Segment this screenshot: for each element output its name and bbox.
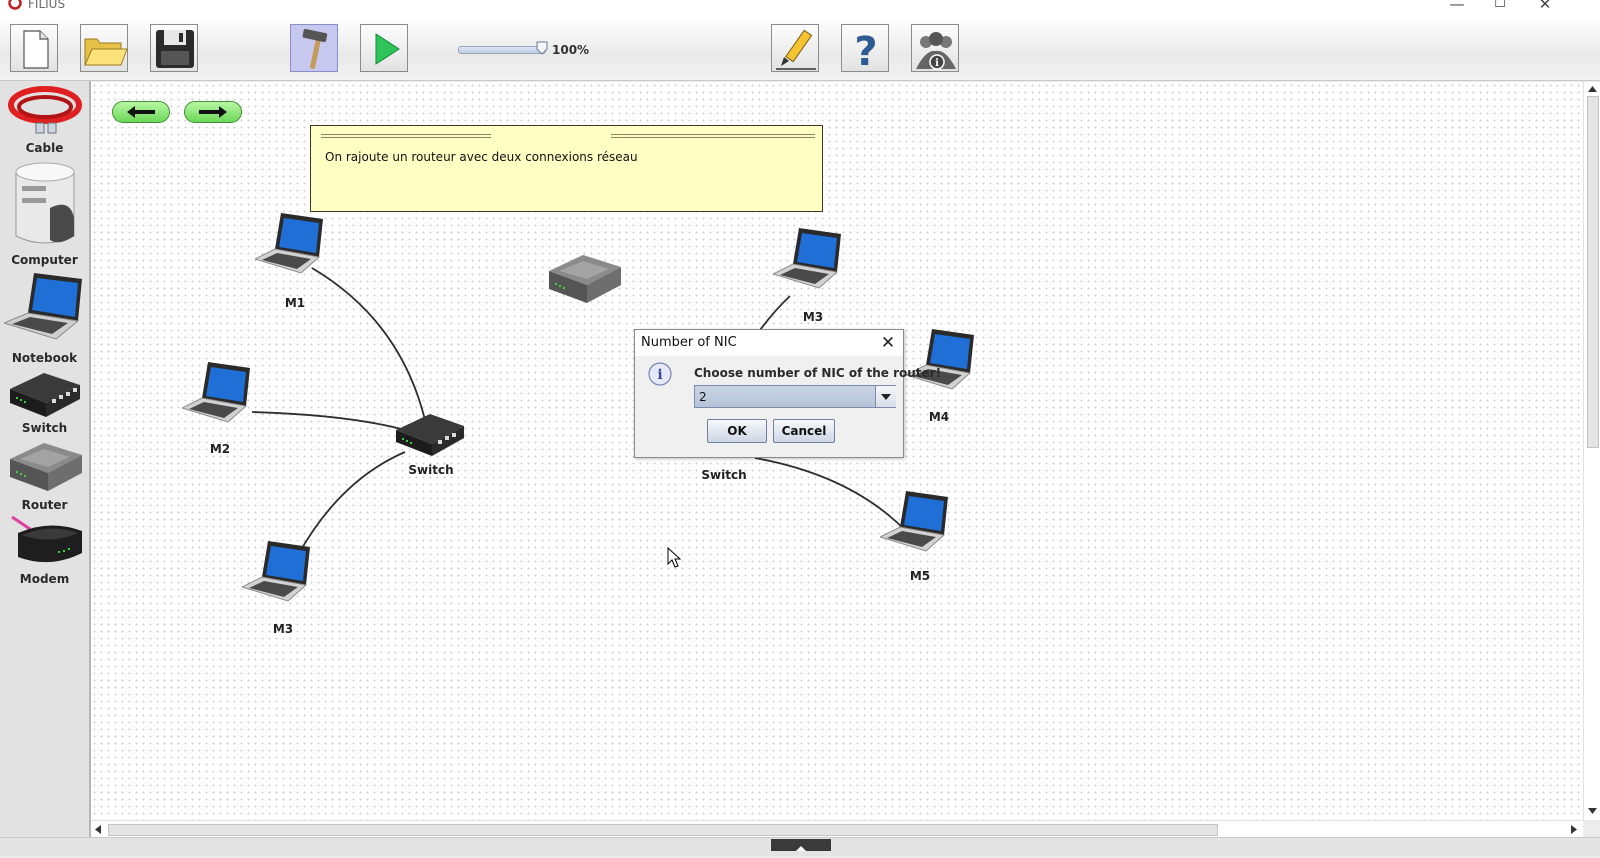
- arrow-right-icon: [199, 106, 227, 118]
- scroll-up-icon[interactable]: [1587, 84, 1598, 94]
- next-button[interactable]: [184, 101, 242, 123]
- vertical-scroll-thumb[interactable]: [1587, 96, 1599, 448]
- label-switch-left: Switch: [408, 463, 454, 477]
- ok-button[interactable]: OK: [707, 419, 767, 443]
- svg-text:i: i: [657, 367, 662, 383]
- label-m3-left: M3: [272, 622, 294, 636]
- nic-count-select[interactable]: 2: [694, 385, 896, 408]
- chevron-up-icon: [796, 846, 806, 851]
- documentation-note[interactable]: On rajoute un routeur avec deux connexio…: [310, 125, 823, 212]
- dialog-close-button[interactable]: ✕: [877, 332, 899, 354]
- dialog-header: Number of NIC ✕: [635, 330, 903, 356]
- dialog-title: Number of NIC: [641, 335, 737, 350]
- bottom-panel-bar: [0, 837, 1600, 856]
- cable-m2-switch: [251, 411, 406, 431]
- chevron-down-icon: [881, 394, 891, 400]
- cable-m1-switch: [311, 267, 426, 421]
- label-m1: M1: [284, 296, 306, 310]
- mouse-cursor-icon: [667, 547, 681, 568]
- expand-panel-button[interactable]: [771, 839, 831, 851]
- horizontal-scrollbar[interactable]: [91, 820, 1583, 838]
- laptop-m1[interactable]: [255, 209, 327, 279]
- cancel-button[interactable]: Cancel: [773, 419, 835, 443]
- vertical-scrollbar[interactable]: [1583, 82, 1600, 820]
- laptop-m3-left[interactable]: [242, 537, 314, 607]
- label-switch-right: Switch: [701, 468, 747, 482]
- previous-button[interactable]: [112, 101, 170, 123]
- dropdown-arrow-button[interactable]: [875, 386, 896, 407]
- router-node[interactable]: [545, 249, 625, 311]
- scroll-left-icon[interactable]: [93, 824, 103, 835]
- laptop-m3-right[interactable]: [773, 224, 845, 294]
- cable-m3-switch: [297, 451, 406, 556]
- horizontal-scroll-thumb[interactable]: [108, 824, 1218, 836]
- switch-left[interactable]: [394, 406, 466, 462]
- scroll-down-icon[interactable]: [1587, 806, 1598, 816]
- nic-count-value: 2: [699, 390, 707, 404]
- info-icon: i: [648, 362, 672, 386]
- dialog-message: Choose number of NIC of the router!: [694, 366, 942, 380]
- note-text: On rajoute un routeur avec deux connexio…: [325, 150, 638, 164]
- label-m3-right: M3: [802, 310, 824, 324]
- laptop-m2[interactable]: [182, 358, 254, 428]
- number-of-nic-dialog: Number of NIC ✕ i Choose number of NIC o…: [634, 329, 941, 458]
- label-m2: M2: [209, 442, 231, 456]
- label-m5: M5: [909, 569, 931, 583]
- laptop-m5[interactable]: [880, 487, 952, 557]
- laptop-m4[interactable]: [906, 325, 978, 395]
- scroll-right-icon[interactable]: [1569, 824, 1579, 835]
- arrow-left-icon: [127, 106, 155, 118]
- label-m4: M4: [928, 410, 950, 424]
